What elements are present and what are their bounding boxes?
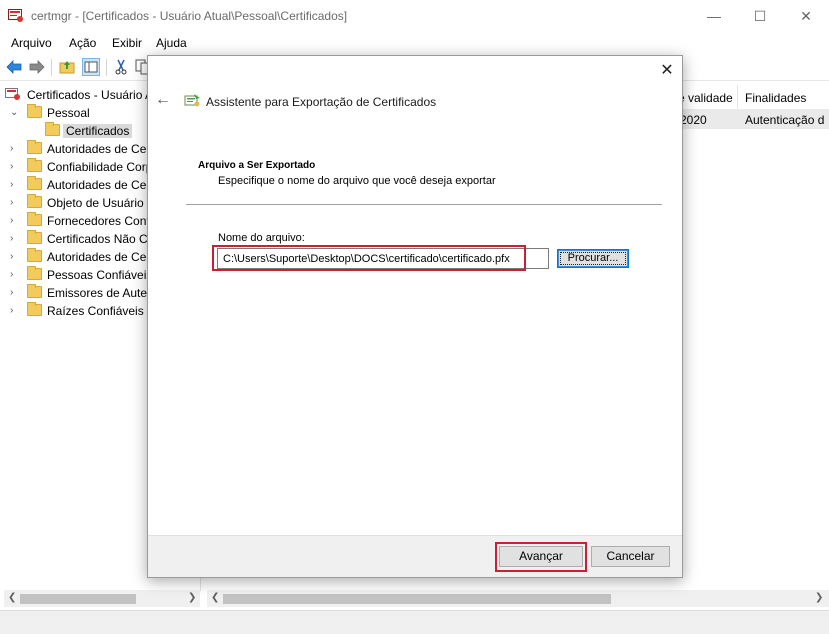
chevron-right-icon[interactable]: › xyxy=(10,197,13,208)
column-header-finalidades[interactable]: Finalidades xyxy=(745,91,806,105)
tree-horizontal-scrollbar[interactable]: ❮ ❯ xyxy=(4,590,200,607)
certificate-wizard-icon xyxy=(184,94,200,107)
tree-item-label: Confiabilidade Corp xyxy=(47,160,153,174)
tree-item-label: Pessoas Confiáveis xyxy=(47,268,153,282)
menu-ajuda[interactable]: Ajuda xyxy=(156,36,187,50)
section-title: Arquivo a Ser Exportado xyxy=(198,160,316,171)
tree-item-label: Emissores de Auten xyxy=(47,286,154,300)
tree-item-label: Autoridades de Cer xyxy=(47,250,151,264)
folder-icon xyxy=(27,158,42,172)
toolbar-separator xyxy=(106,59,107,76)
tree-item-label: Objeto de Usuário d xyxy=(47,196,154,210)
scroll-left-icon[interactable]: ❮ xyxy=(211,592,219,603)
chevron-right-icon[interactable]: › xyxy=(10,179,13,190)
tree-item-label: Certificados xyxy=(63,124,133,138)
close-window-button[interactable]: ✕ xyxy=(783,0,829,32)
dialog-footer: Avançar Cancelar xyxy=(148,535,682,577)
chevron-right-icon[interactable]: › xyxy=(10,161,13,172)
file-name-label: Nome do arquivo: xyxy=(218,232,305,244)
browse-button[interactable]: Procurar... xyxy=(557,249,629,268)
menu-bar: Arquivo Ação Exibir Ajuda xyxy=(0,33,829,53)
folder-icon xyxy=(27,176,42,190)
folder-up-icon[interactable] xyxy=(58,58,76,76)
scrollbar-thumb[interactable] xyxy=(20,594,136,604)
close-icon: ✕ xyxy=(660,62,674,79)
tree-item-label: Pessoal xyxy=(47,106,90,120)
show-hide-tree-icon[interactable] xyxy=(82,58,100,76)
certmgr-app-icon xyxy=(8,9,23,22)
table-cell-finalidades: Autenticação d xyxy=(745,113,825,127)
folder-icon xyxy=(27,140,42,154)
minimize-button[interactable]: — xyxy=(691,0,737,32)
tree-item-label: Autoridades de Cer xyxy=(47,178,151,192)
section-description: Especifique o nome do arquivo que você d… xyxy=(218,175,496,187)
scrollbar-thumb[interactable] xyxy=(223,594,611,604)
dialog-close-button[interactable]: ✕ xyxy=(656,60,678,82)
menu-arquivo[interactable]: Arquivo xyxy=(11,36,52,50)
dialog-title: Assistente para Exportação de Certificad… xyxy=(206,95,437,109)
scroll-right-icon[interactable]: ❯ xyxy=(815,592,823,603)
folder-icon xyxy=(27,284,42,298)
menu-exibir[interactable]: Exibir xyxy=(112,36,142,50)
menu-acao[interactable]: Ação xyxy=(69,36,96,50)
folder-icon xyxy=(27,266,42,280)
list-horizontal-scrollbar[interactable]: ❮ ❯ xyxy=(207,590,829,607)
chevron-right-icon[interactable]: › xyxy=(10,305,13,316)
status-bar xyxy=(0,610,829,634)
chevron-right-icon[interactable]: › xyxy=(10,251,13,262)
folder-icon xyxy=(27,104,42,118)
close-icon: ✕ xyxy=(800,7,812,24)
folder-icon xyxy=(27,248,42,262)
next-button[interactable]: Avançar xyxy=(499,546,583,567)
tree-root-label: Certificados - Usuário A xyxy=(27,88,154,102)
scroll-left-icon[interactable]: ❮ xyxy=(8,592,16,603)
folder-icon xyxy=(27,212,42,226)
folder-icon xyxy=(27,194,42,208)
chevron-right-icon[interactable]: › xyxy=(10,143,13,154)
file-name-input[interactable] xyxy=(217,248,549,269)
maximize-icon: ☐ xyxy=(753,7,767,24)
folder-icon xyxy=(27,302,42,316)
export-wizard-dialog: ✕ ← Assistente para Exportação de Certif… xyxy=(147,55,683,578)
chevron-right-icon[interactable]: › xyxy=(10,233,13,244)
chevron-right-icon[interactable]: › xyxy=(10,215,13,226)
cut-icon[interactable] xyxy=(112,58,130,76)
tree-item-label: Certificados Não Co xyxy=(47,232,155,246)
back-arrow-icon[interactable] xyxy=(5,58,23,76)
folder-icon xyxy=(45,122,60,136)
folder-icon xyxy=(27,230,42,244)
toolbar-separator xyxy=(51,59,52,76)
back-arrow-button[interactable]: ← xyxy=(155,91,171,109)
column-header-validade[interactable]: e validade xyxy=(678,91,733,105)
scroll-right-icon[interactable]: ❯ xyxy=(188,592,196,603)
tree-item-label: Fornecedores Confi xyxy=(47,214,153,228)
chevron-down-icon[interactable]: ⌄ xyxy=(10,107,18,118)
chevron-right-icon[interactable]: › xyxy=(10,287,13,298)
window-title: certmgr - [Certificados - Usuário Atual\… xyxy=(31,9,348,23)
forward-arrow-icon[interactable] xyxy=(28,58,46,76)
column-divider xyxy=(737,85,738,109)
title-bar: certmgr - [Certificados - Usuário Atual\… xyxy=(0,0,829,32)
certificate-store-icon xyxy=(5,88,20,100)
maximize-button[interactable]: ☐ xyxy=(737,0,783,32)
tree-item-label: Raízes Confiáveis d xyxy=(47,304,154,318)
cancel-button[interactable]: Cancelar xyxy=(591,546,670,567)
minimize-icon: — xyxy=(707,8,721,24)
divider xyxy=(186,204,662,205)
chevron-right-icon[interactable]: › xyxy=(10,269,13,280)
table-cell-validade: 2020 xyxy=(680,113,707,127)
tree-item-label: Autoridades de Cert xyxy=(47,142,154,156)
